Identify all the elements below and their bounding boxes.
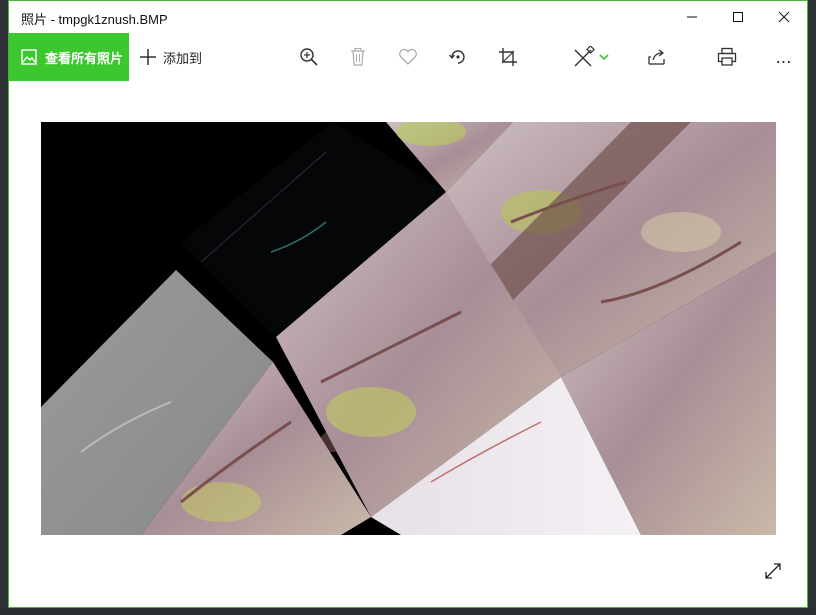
minimize-icon: [687, 16, 697, 18]
close-icon: [778, 11, 790, 23]
gallery-icon: [21, 49, 37, 65]
edit-draw-icon: [574, 46, 595, 67]
toolbar: 查看所有照片 添加到 …: [9, 33, 807, 81]
title-bar: 照片 - tmpgk1znush.BMP: [9, 1, 807, 33]
print-button[interactable]: [711, 41, 743, 73]
favorite-icon: [399, 48, 417, 65]
window-title: 照片 - tmpgk1znush.BMP: [21, 12, 168, 27]
edit-draw-button[interactable]: [567, 41, 615, 73]
rotate-button[interactable]: [442, 41, 474, 73]
add-to-label: 添加到: [163, 50, 203, 66]
fullscreen-button[interactable]: [761, 559, 785, 583]
background-left: [0, 0, 8, 615]
favorite-button[interactable]: [392, 41, 424, 73]
photos-app-window: 照片 - tmpgk1znush.BMP 查看所有照片 添加到 …: [8, 0, 808, 608]
maximize-button[interactable]: [715, 1, 761, 33]
close-button[interactable]: [761, 1, 807, 33]
add-to-button[interactable]: 添加到: [139, 33, 202, 81]
crop-button[interactable]: [492, 41, 524, 73]
zoom-in-icon: [300, 48, 318, 66]
delete-button[interactable]: [342, 41, 374, 73]
minimize-button[interactable]: [669, 1, 715, 33]
photo-image: [41, 122, 776, 535]
background-right: [808, 0, 816, 615]
photo-content: [41, 122, 776, 535]
rotate-icon: [449, 50, 465, 64]
print-icon: [717, 47, 737, 66]
delete-icon: [351, 47, 365, 66]
chevron-down-icon: [599, 54, 609, 61]
share-icon: [648, 49, 665, 65]
zoom-in-button[interactable]: [293, 41, 325, 73]
crop-icon: [499, 48, 517, 66]
see-all-photos-label: 查看所有照片: [45, 50, 124, 66]
maximize-icon: [733, 12, 743, 22]
expand-icon: [765, 563, 781, 579]
background-bottom: [0, 608, 816, 615]
share-button[interactable]: [641, 41, 673, 73]
more-options-button[interactable]: …: [768, 41, 800, 73]
more-icon: …: [775, 47, 793, 67]
plus-icon: [140, 49, 156, 65]
see-all-photos-button[interactable]: 查看所有照片: [9, 33, 129, 81]
